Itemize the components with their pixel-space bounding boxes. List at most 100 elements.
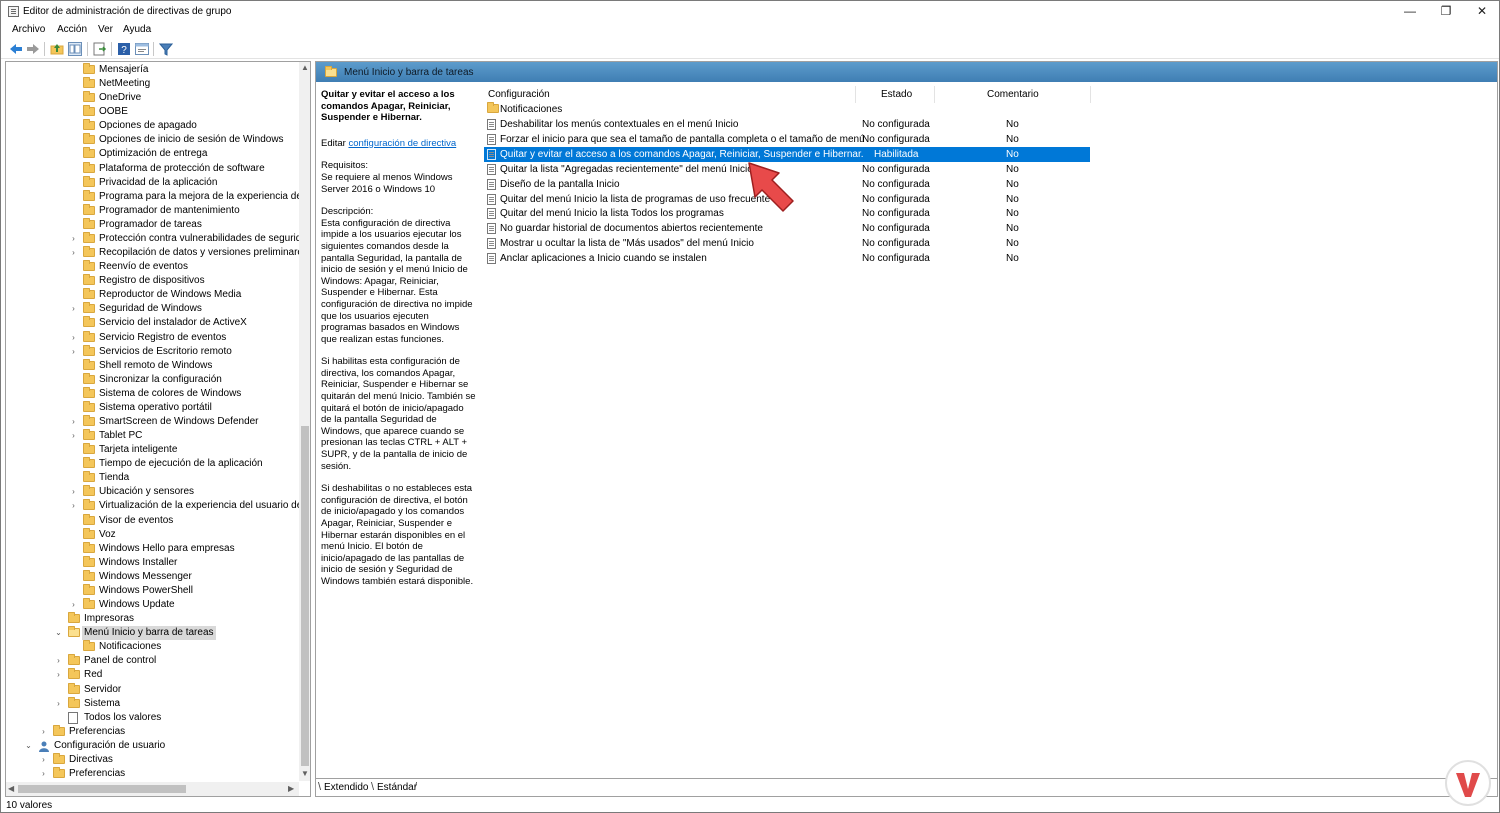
tree-item[interactable]: › Servicios de Escritorio remoto	[6, 344, 299, 359]
tree-item[interactable]: Tarjeta inteligente	[6, 443, 299, 457]
tree-item[interactable]: OOBE	[6, 105, 299, 119]
tree-item[interactable]: › SmartScreen de Windows Defender	[6, 415, 299, 429]
tree-item[interactable]: ⌄ Menú Inicio y barra de tareas	[6, 626, 299, 641]
list-folder-row[interactable]: Notificaciones	[484, 102, 1090, 117]
tree-item[interactable]: Visor de eventos	[6, 513, 299, 528]
tree-item[interactable]: Programador de mantenimiento	[6, 203, 299, 218]
tree-item[interactable]: Windows Installer	[6, 555, 299, 570]
menu-accion[interactable]: Acción	[57, 24, 87, 35]
help-icon[interactable]: ?	[117, 42, 131, 56]
tree-item[interactable]: › Preferencias	[6, 767, 299, 781]
tree-item[interactable]: Sistema de colores de Windows	[6, 386, 299, 401]
policy-setting-row[interactable]: Forzar el inicio para que sea el tamaño …	[484, 132, 1090, 147]
collapsed-chevron-icon[interactable]: ›	[54, 668, 63, 682]
tree-item[interactable]: Sistema operativo portátil	[6, 400, 299, 415]
tree-item[interactable]: Windows PowerShell	[6, 583, 299, 598]
collapsed-chevron-icon[interactable]: ›	[54, 697, 63, 711]
menu-ayuda[interactable]: Ayuda	[123, 24, 151, 35]
tree-item[interactable]: Impresoras	[6, 612, 299, 626]
scroll-down-icon[interactable]: ▼	[301, 769, 309, 778]
tree-item[interactable]: NetMeeting	[6, 77, 299, 91]
tree-item[interactable]: Mensajería	[6, 63, 299, 77]
tree-item[interactable]: › Tablet PC	[6, 429, 299, 443]
collapsed-chevron-icon[interactable]: ›	[69, 485, 78, 499]
tree-item[interactable]: Todos los valores	[6, 711, 299, 725]
tree-item[interactable]: Optimización de entrega	[6, 147, 299, 161]
forward-icon[interactable]	[26, 42, 40, 56]
tree-item[interactable]: Tiempo de ejecución de la aplicación	[6, 457, 299, 471]
tree-item[interactable]: Reenvío de eventos	[6, 260, 299, 274]
tree-item[interactable]: Programa para la mejora de la experienci…	[6, 189, 310, 204]
collapsed-chevron-icon[interactable]: ›	[69, 429, 78, 443]
scroll-left-icon[interactable]: ◀	[8, 784, 14, 793]
tree-item[interactable]: Windows Messenger	[6, 569, 299, 584]
edit-policy-link[interactable]: configuración de directiva	[348, 138, 456, 149]
collapsed-chevron-icon[interactable]: ›	[69, 415, 78, 429]
tree-item[interactable]: Notificaciones	[6, 640, 299, 654]
tree-item[interactable]: Voz	[6, 527, 299, 542]
tree-item[interactable]: › Ubicación y sensores	[6, 485, 299, 499]
tree-horizontal-scrollbar[interactable]: ◀ ▶	[6, 782, 299, 796]
tree-item[interactable]: › Panel de control	[6, 654, 299, 668]
up-folder-icon[interactable]	[50, 42, 64, 56]
close-button[interactable]: ✕	[1459, 1, 1500, 22]
menu-archivo[interactable]: Archivo	[12, 24, 45, 35]
tab-extendido[interactable]: Extendido	[324, 782, 368, 793]
tree-item[interactable]: › Virtualización de la experiencia del us…	[6, 499, 310, 513]
show-hide-tree-icon[interactable]	[68, 42, 82, 56]
collapsed-chevron-icon[interactable]: ›	[69, 246, 78, 260]
tree-item[interactable]: › Preferencias	[6, 724, 299, 739]
tree-item[interactable]: ⌄ Configuración de usuario	[6, 739, 299, 753]
tree-item[interactable]: › Recopilación de datos y versiones preli…	[6, 246, 308, 260]
policy-setting-row[interactable]: No guardar historial de documentos abier…	[484, 221, 1090, 236]
tree-item[interactable]: OneDrive	[6, 91, 299, 105]
policy-setting-row[interactable]: Mostrar u ocultar la lista de "Más usado…	[484, 236, 1090, 251]
collapsed-chevron-icon[interactable]: ›	[69, 331, 78, 345]
tree-item[interactable]: › Red	[6, 668, 299, 682]
collapsed-chevron-icon[interactable]: ›	[39, 725, 48, 739]
collapsed-chevron-icon[interactable]: ›	[39, 753, 48, 767]
policy-setting-row[interactable]: Deshabilitar los menús contextuales en e…	[484, 117, 1090, 132]
collapsed-chevron-icon[interactable]: ›	[69, 345, 78, 359]
tree-item[interactable]: Plataforma de protección de software	[6, 161, 299, 176]
tree-vertical-scroll-thumb[interactable]	[301, 426, 309, 766]
tree-item[interactable]: Registro de dispositivos	[6, 274, 299, 288]
expanded-chevron-icon[interactable]: ⌄	[24, 739, 33, 753]
collapsed-chevron-icon[interactable]: ›	[69, 598, 78, 612]
collapsed-chevron-icon[interactable]: ›	[39, 767, 48, 781]
tree-item[interactable]: Opciones de inicio de sesión de Windows	[6, 133, 299, 147]
tree-item[interactable]: Tienda	[6, 471, 299, 485]
collapsed-chevron-icon[interactable]: ›	[54, 654, 63, 668]
tree-vertical-scrollbar[interactable]: ▲ ▼	[299, 62, 310, 781]
column-header-comentario[interactable]: Comentario	[987, 86, 1039, 103]
tree-item[interactable]: Opciones de apagado	[6, 119, 299, 133]
column-header-config[interactable]: Configuración	[488, 86, 550, 103]
properties-icon[interactable]	[135, 42, 149, 56]
tree-item[interactable]: › Sistema	[6, 696, 299, 711]
tree-item[interactable]: › Windows Update	[6, 598, 299, 612]
tree-item[interactable]: Privacidad de la aplicación	[6, 175, 299, 190]
tree-item[interactable]: Reproductor de Windows Media	[6, 288, 299, 302]
back-icon[interactable]	[9, 42, 23, 56]
tree-item[interactable]: › Protección contra vulnerabilidades de s…	[6, 231, 310, 246]
collapsed-chevron-icon[interactable]: ›	[69, 302, 78, 316]
policy-setting-row[interactable]: Anclar aplicaciones a Inicio cuando se i…	[484, 251, 1090, 266]
scroll-right-icon[interactable]: ▶	[288, 784, 294, 793]
tree-horizontal-scroll-thumb[interactable]	[18, 785, 186, 793]
collapsed-chevron-icon[interactable]: ›	[69, 499, 78, 513]
column-header-estado[interactable]: Estado	[881, 86, 912, 103]
tree-item[interactable]: Shell remoto de Windows	[6, 358, 299, 373]
collapsed-chevron-icon[interactable]: ›	[69, 232, 78, 246]
expanded-chevron-icon[interactable]: ⌄	[54, 626, 63, 640]
menu-ver[interactable]: Ver	[98, 24, 113, 35]
tree-item[interactable]: Windows Hello para empresas	[6, 541, 299, 556]
tree-item[interactable]: Programador de tareas	[6, 217, 299, 232]
tree-item[interactable]: › Seguridad de Windows	[6, 302, 299, 316]
scroll-up-icon[interactable]: ▲	[301, 63, 309, 72]
tree-item[interactable]: Sincronizar la configuración	[6, 372, 299, 387]
tree-item[interactable]: Servidor	[6, 682, 299, 697]
tree-item[interactable]: Servicio del instalador de ActiveX	[6, 316, 299, 330]
tab-estandar[interactable]: Estándar	[377, 782, 417, 793]
tree-item[interactable]: › Directivas	[6, 752, 299, 767]
filter-icon[interactable]	[159, 42, 173, 56]
